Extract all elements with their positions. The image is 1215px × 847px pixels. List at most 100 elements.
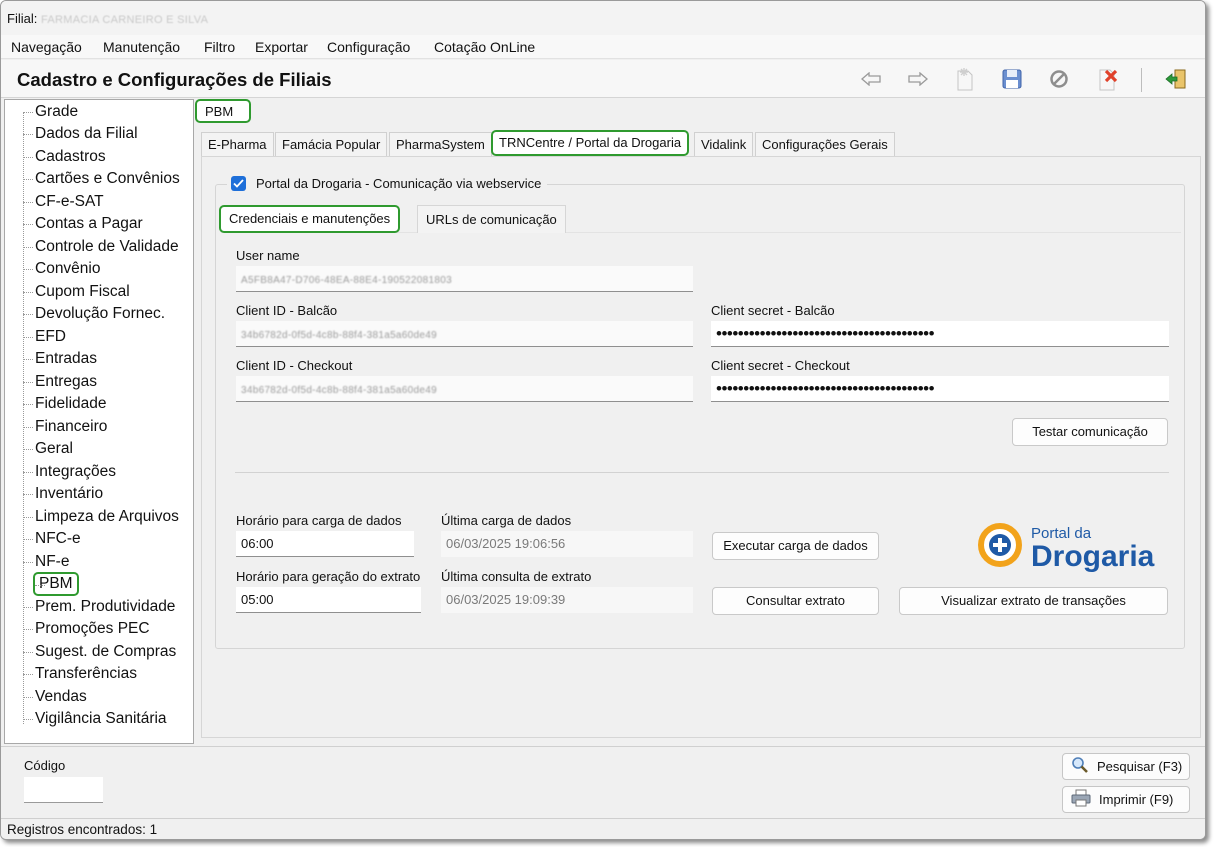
extrato-label: Horário para geração do extrato [236, 569, 421, 584]
exit-icon[interactable] [1163, 66, 1189, 92]
menu-manutencao[interactable]: Manutenção [103, 39, 180, 55]
client-id-balcao-label: Client ID - Balcão [236, 303, 338, 318]
toolbar-separator [1141, 68, 1142, 92]
tree-item-transferencias[interactable]: Transferências [23, 663, 137, 685]
back-arrow-icon[interactable] [858, 66, 884, 92]
client-id-checkout-field[interactable]: 34b6782d-0f5d-4c8b-88f4-381a5a60de49 [236, 376, 693, 402]
tree-item-promocoes-pec[interactable]: Promoções PEC [23, 618, 150, 640]
delete-icon[interactable] [1095, 66, 1121, 92]
tree-item-cadastros[interactable]: Cadastros [23, 146, 106, 168]
codigo-field[interactable] [24, 777, 103, 803]
branch-name: FARMACIA CARNEIRO E SILVA [40, 14, 209, 26]
client-id-checkout-value: 34b6782d-0f5d-4c8b-88f4-381a5a60de49 [241, 385, 437, 396]
tab-farmacia-popular[interactable]: Famácia Popular [275, 132, 388, 156]
client-secret-checkout-label: Client secret - Checkout [711, 358, 850, 373]
tree-item-dados-da-filial[interactable]: Dados da Filial [23, 123, 138, 145]
printer-icon [1071, 789, 1091, 810]
consultar-extrato-button[interactable]: Consultar extrato [712, 587, 879, 615]
tab-trncentre-portal[interactable]: TRNCentre / Portal da Drogaria [491, 130, 690, 156]
client-id-checkout-label: Client ID - Checkout [236, 358, 353, 373]
tab-e-pharma[interactable]: E-Pharma [201, 132, 274, 156]
tree-item-inventario[interactable]: Inventário [23, 483, 103, 505]
cancel-icon[interactable] [1046, 66, 1072, 92]
pesquisar-label: Pesquisar (F3) [1097, 759, 1183, 774]
testar-comunicacao-button[interactable]: Testar comunicação [1012, 418, 1168, 446]
menu-configuracao[interactable]: Configuração [327, 39, 410, 55]
tree-item-vigilancia-sanitaria[interactable]: Vigilância Sanitária [23, 708, 167, 730]
section-label: PBM [195, 99, 251, 123]
user-name-value: A5FB8A47-D706-48EA-88E4-190522081803 [241, 275, 452, 286]
tree-item-cupom-fiscal[interactable]: Cupom Fiscal [23, 281, 130, 303]
page-title: Cadastro e Configurações de Filiais [17, 69, 332, 90]
tab-vidalink[interactable]: Vidalink [694, 132, 754, 156]
tree-item-contas-a-pagar[interactable]: Contas a Pagar [23, 213, 143, 235]
new-record-icon[interactable] [952, 66, 978, 92]
window-title-prefix: Filial: [7, 11, 38, 26]
menu-bar: Navegação Manutenção Filtro Exportar Con… [1, 35, 1205, 59]
user-name-field[interactable]: A5FB8A47-D706-48EA-88E4-190522081803 [236, 266, 693, 292]
tree-item-pbm[interactable]: PBM [33, 572, 79, 596]
tree-item-sugest-de-compras[interactable]: Sugest. de Compras [23, 641, 176, 663]
tab-configuracoes-gerais[interactable]: Configurações Gerais [755, 132, 895, 156]
tree-item-efd[interactable]: EFD [23, 326, 66, 348]
window-title: Filial: FARMACIA CARNEIRO E SILVA [7, 11, 208, 26]
extrato-time-field[interactable]: 05:00 [236, 587, 421, 613]
ultima-carga-label: Última carga de dados [441, 513, 572, 528]
tree-item-geral[interactable]: Geral [23, 438, 73, 460]
imprimir-button[interactable]: Imprimir (F9) [1062, 786, 1190, 813]
portal-drogaria-logo: Portal da Drogaria [976, 521, 1166, 575]
tree-item-financeiro[interactable]: Financeiro [23, 416, 107, 438]
tree-item-integracoes[interactable]: Integrações [23, 461, 116, 483]
codigo-label: Código [24, 758, 66, 773]
save-icon[interactable] [999, 66, 1025, 92]
menu-exportar[interactable]: Exportar [255, 39, 308, 55]
executar-carga-button[interactable]: Executar carga de dados [712, 532, 879, 560]
client-secret-balcao-value: •••••••••••••••••••••••••••••••••••••••• [716, 324, 935, 343]
navigation-tree: Grade Dados da Filial Cadastros Cartões … [4, 99, 194, 744]
status-text: Registros encontrados: 1 [7, 822, 158, 837]
magnifier-icon [1071, 756, 1089, 777]
client-secret-balcao-label: Client secret - Balcão [711, 303, 835, 318]
tree-item-cfe-sat[interactable]: CF-e-SAT [23, 191, 104, 213]
tree-item-vendas[interactable]: Vendas [23, 686, 87, 708]
tree-item-nfe[interactable]: NF-e [23, 551, 69, 573]
tree-item-devolucao-fornec[interactable]: Devolução Fornec. [23, 303, 165, 325]
client-secret-checkout-value: •••••••••••••••••••••••••••••••••••••••• [716, 379, 935, 398]
subtab-credenciais[interactable]: Credenciais e manutenções [219, 205, 401, 233]
tree-item-entregas[interactable]: Entregas [23, 371, 97, 393]
tree-item-grade[interactable]: Grade [23, 101, 78, 123]
portal-checkbox[interactable] [231, 175, 246, 191]
ultima-consulta-field: 06/03/2025 19:09:39 [441, 587, 693, 613]
tree-item-cartoes-e-convenios[interactable]: Cartões e Convênios [23, 168, 180, 190]
main-window: Filial: FARMACIA CARNEIRO E SILVA Navega… [0, 0, 1206, 840]
menu-cotacao-online[interactable]: Cotação OnLine [434, 39, 535, 55]
client-id-balcao-field[interactable]: 34b6782d-0f5d-4c8b-88f4-381a5a60de49 [236, 321, 693, 347]
carga-label: Horário para carga de dados [236, 513, 402, 528]
tree-item-fidelidade[interactable]: Fidelidade [23, 393, 107, 415]
portal-checkbox-row[interactable]: Portal da Drogaria - Comunicação via web… [227, 173, 548, 193]
client-secret-balcao-field[interactable]: •••••••••••••••••••••••••••••••••••••••• [711, 321, 1169, 347]
forward-arrow-icon[interactable] [905, 66, 931, 92]
tree-item-convenio[interactable]: Convênio [23, 258, 101, 280]
portal-checkbox-label: Portal da Drogaria - Comunicação via web… [256, 175, 542, 191]
tree-item-controle-de-validade[interactable]: Controle de Validade [23, 236, 179, 258]
tree-item-nfce[interactable]: NFC-e [23, 528, 81, 550]
carga-time-field[interactable]: 06:00 [236, 531, 414, 557]
menu-filtro[interactable]: Filtro [204, 39, 235, 55]
tree-item-entradas[interactable]: Entradas [23, 348, 97, 370]
tree-item-limpeza-de-arquivos[interactable]: Limpeza de Arquivos [23, 506, 179, 528]
client-secret-checkout-field[interactable]: •••••••••••••••••••••••••••••••••••••••• [711, 376, 1169, 402]
visualizar-extrato-button[interactable]: Visualizar extrato de transações [899, 587, 1168, 615]
ultima-carga-field: 06/03/2025 19:06:56 [441, 531, 693, 557]
tab-pharmasystem[interactable]: PharmaSystem [389, 132, 492, 156]
client-id-balcao-value: 34b6782d-0f5d-4c8b-88f4-381a5a60de49 [241, 330, 437, 341]
section-divider [235, 472, 1169, 473]
user-name-label: User name [236, 248, 300, 263]
title-bar: Filial: FARMACIA CARNEIRO E SILVA [1, 1, 1205, 35]
header-bar: Cadastro e Configurações de Filiais [1, 60, 1205, 98]
pesquisar-button[interactable]: Pesquisar (F3) [1062, 753, 1190, 780]
subtab-urls[interactable]: URLs de comunicação [417, 205, 566, 233]
menu-navegacao[interactable]: Navegação [11, 39, 82, 55]
bottom-panel [1, 746, 1205, 818]
tree-item-prem-produtividade[interactable]: Prem. Produtividade [23, 596, 175, 618]
